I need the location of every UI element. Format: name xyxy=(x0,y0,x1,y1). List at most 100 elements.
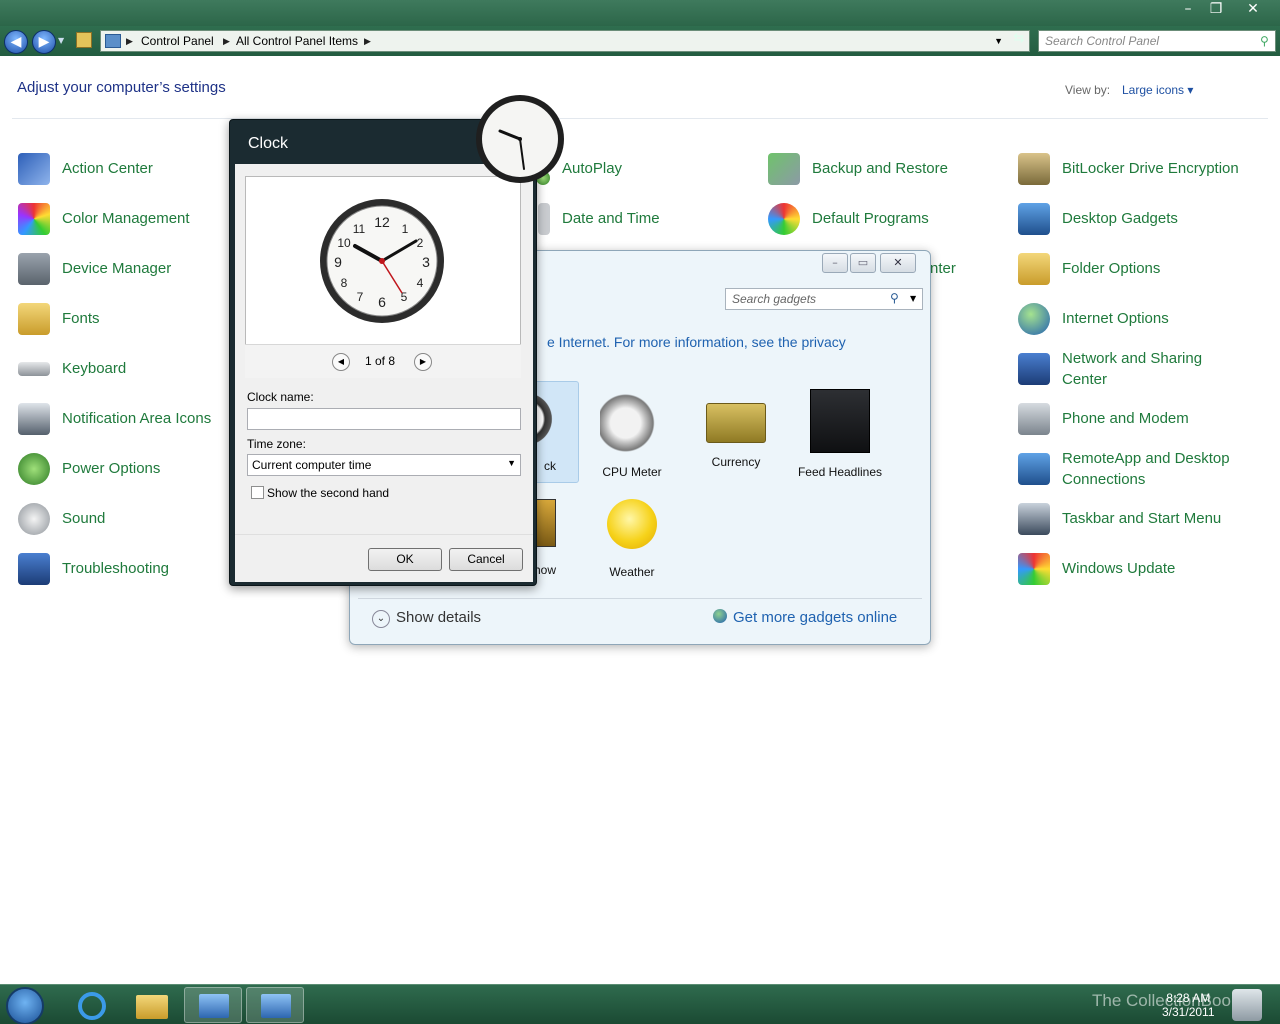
feed-headlines-icon xyxy=(810,389,870,453)
minimize-button[interactable]: – xyxy=(1176,0,1200,20)
gadget-feed-headlines[interactable]: Feed Headlines xyxy=(788,389,892,479)
folder-icon xyxy=(1018,253,1050,285)
gallery-close-button[interactable]: ✕ xyxy=(880,253,916,273)
breadcrumb-all-items[interactable]: All Control Panel Items xyxy=(236,31,358,51)
fonts-folder-icon xyxy=(18,303,50,335)
control-panel-taskbar-button[interactable] xyxy=(184,987,242,1023)
window-titlebar: – ❐ ✕ xyxy=(0,0,1280,26)
second-hand-label[interactable]: Show the second hand xyxy=(267,486,389,500)
gadget-cpu-meter[interactable]: CPU Meter xyxy=(580,391,684,479)
network-icon xyxy=(1018,353,1050,385)
gadget-search-icon[interactable]: ⚲ xyxy=(890,291,899,305)
header-divider xyxy=(12,118,1268,119)
next-style-button[interactable]: ▶ xyxy=(414,353,432,371)
cp-item-remoteapp[interactable]: RemoteApp and Desktop Connections xyxy=(1018,443,1268,488)
breadcrumb-separator[interactable]: ▶ xyxy=(126,31,133,51)
previous-style-button[interactable]: ◀ xyxy=(332,353,350,371)
clock-name-input[interactable] xyxy=(247,408,521,430)
show-details-button[interactable]: ⌄ Show details xyxy=(372,609,481,628)
cp-item-label: Windows Update xyxy=(1062,560,1176,577)
cpu-meter-icon xyxy=(600,391,664,455)
gadget-search-dropdown-icon[interactable]: ▼ xyxy=(910,294,916,303)
desktop-gadgets-icon xyxy=(1018,203,1050,235)
address-field[interactable]: ▶ Control Panel ▶ All Control Panel Item… xyxy=(100,30,1030,52)
control-panel-icon xyxy=(199,994,229,1018)
svg-text:9: 9 xyxy=(334,254,342,270)
clock-name-label: Clock name: xyxy=(247,390,314,404)
forward-button[interactable]: ▶ xyxy=(32,30,56,54)
refresh-icon[interactable]: ⇆ xyxy=(1008,31,1030,51)
search-input[interactable]: Search Control Panel xyxy=(1038,30,1276,52)
taskbar-date: 3/31/2011 xyxy=(1162,1005,1215,1019)
cp-item-folder-options[interactable]: Folder Options xyxy=(1018,253,1268,295)
search-icon[interactable]: ⚲ xyxy=(1260,34,1269,48)
cp-item-backup-and-restore[interactable]: Backup and Restore xyxy=(768,153,1018,195)
cp-item-default-programs[interactable]: Default Programs xyxy=(768,203,1018,245)
cp-item-label: Internet Options xyxy=(1062,310,1169,327)
device-manager-icon xyxy=(18,253,50,285)
gadget-name: CPU Meter xyxy=(602,465,662,479)
svg-text:3: 3 xyxy=(422,254,430,270)
cp-item-bitlocker[interactable]: BitLocker Drive Encryption xyxy=(1018,153,1268,195)
gadget-name: Feed Headlines xyxy=(797,465,883,479)
cp-item-date-and-time[interactable]: Date and Time xyxy=(518,203,768,245)
breadcrumb-separator[interactable]: ▶ xyxy=(364,31,371,51)
explorer-taskbar-icon[interactable] xyxy=(122,987,180,1023)
cp-item-internet-options[interactable]: Internet Options xyxy=(1018,303,1268,345)
cp-item-network-sharing[interactable]: Network and Sharing Center xyxy=(1018,343,1268,388)
internet-explorer-taskbar-icon[interactable] xyxy=(62,987,120,1023)
gallery-info-text[interactable]: e Internet. For more information, see th… xyxy=(547,334,846,350)
gadgets-taskbar-button[interactable] xyxy=(246,987,304,1023)
clock-options-dialog[interactable]: Clock 12 3 6 9 1 2 4 5 7 8 10 11 ◀ 1 of … xyxy=(229,119,537,586)
backup-icon xyxy=(768,153,800,185)
desktop-gadgets-icon xyxy=(261,994,291,1018)
flag-icon xyxy=(18,153,50,185)
user-icon[interactable] xyxy=(1232,989,1262,1021)
chevron-down-icon: ⌄ xyxy=(372,610,390,628)
cp-item-windows-update[interactable]: Windows Update xyxy=(1018,553,1268,595)
gallery-maximize-button[interactable]: ▭ xyxy=(850,253,876,273)
svg-text:2: 2 xyxy=(417,236,424,250)
gadget-weather[interactable]: Weather xyxy=(580,499,684,579)
ok-button[interactable]: OK xyxy=(368,548,442,571)
get-more-gadgets-link[interactable]: Get more gadgets online xyxy=(713,609,897,626)
time-zone-value: Current computer time xyxy=(252,458,372,472)
default-programs-icon xyxy=(768,203,800,235)
maximize-button[interactable]: ❐ xyxy=(1204,0,1228,20)
second-hand-checkbox[interactable] xyxy=(251,486,264,499)
pager-text: 1 of 8 xyxy=(365,354,396,368)
svg-text:12: 12 xyxy=(374,214,390,230)
control-panel-icon xyxy=(105,34,121,48)
recent-pages-icon[interactable]: ▼ xyxy=(58,36,64,45)
clock-gadget-thumbnail[interactable] xyxy=(474,93,566,185)
notification-area-icon xyxy=(18,403,50,435)
clock-face-preview: 12 3 6 9 1 2 4 5 7 8 10 11 xyxy=(320,199,444,323)
calendar-clock-icon xyxy=(538,203,550,235)
cp-item-taskbar-start-menu[interactable]: Taskbar and Start Menu xyxy=(1018,503,1268,545)
close-button[interactable]: ✕ xyxy=(1236,0,1270,20)
cp-item-desktop-gadgets[interactable]: Desktop Gadgets xyxy=(1018,203,1268,245)
view-by-dropdown[interactable]: Large icons ▾ xyxy=(1122,83,1193,97)
start-button[interactable] xyxy=(6,987,44,1024)
cp-item-phone-and-modem[interactable]: Phone and Modem xyxy=(1018,403,1268,445)
svg-text:6: 6 xyxy=(378,294,386,310)
gadget-currency[interactable]: Currency xyxy=(684,391,788,469)
breadcrumb-separator[interactable]: ▶ xyxy=(223,31,230,51)
svg-text:10: 10 xyxy=(337,236,351,250)
svg-text:1: 1 xyxy=(402,222,409,236)
cancel-button[interactable]: Cancel xyxy=(449,548,523,571)
time-zone-select[interactable]: Current computer time ▼ xyxy=(247,454,521,476)
address-bar: ◀ ▶ ▼ ▶ Control Panel ▶ All Control Pane… xyxy=(0,26,1280,56)
cp-item-label: Folder Options xyxy=(1062,260,1161,277)
address-dropdown-icon[interactable]: ▼ xyxy=(994,31,1003,51)
gallery-minimize-button[interactable]: – xyxy=(822,253,848,273)
cp-item-label: Date and Time xyxy=(562,210,660,227)
taskbar-clock[interactable]: 8:28 AM 3/31/2011 xyxy=(1162,991,1215,1019)
taskbar-icon xyxy=(1018,503,1050,535)
globe-icon xyxy=(1018,303,1050,335)
cp-item-label: Desktop Gadgets xyxy=(1062,210,1178,227)
folder-icon xyxy=(136,995,168,1019)
back-button[interactable]: ◀ xyxy=(4,30,28,54)
breadcrumb-control-panel[interactable]: Control Panel xyxy=(141,31,214,51)
up-folder-icon[interactable] xyxy=(76,32,92,48)
